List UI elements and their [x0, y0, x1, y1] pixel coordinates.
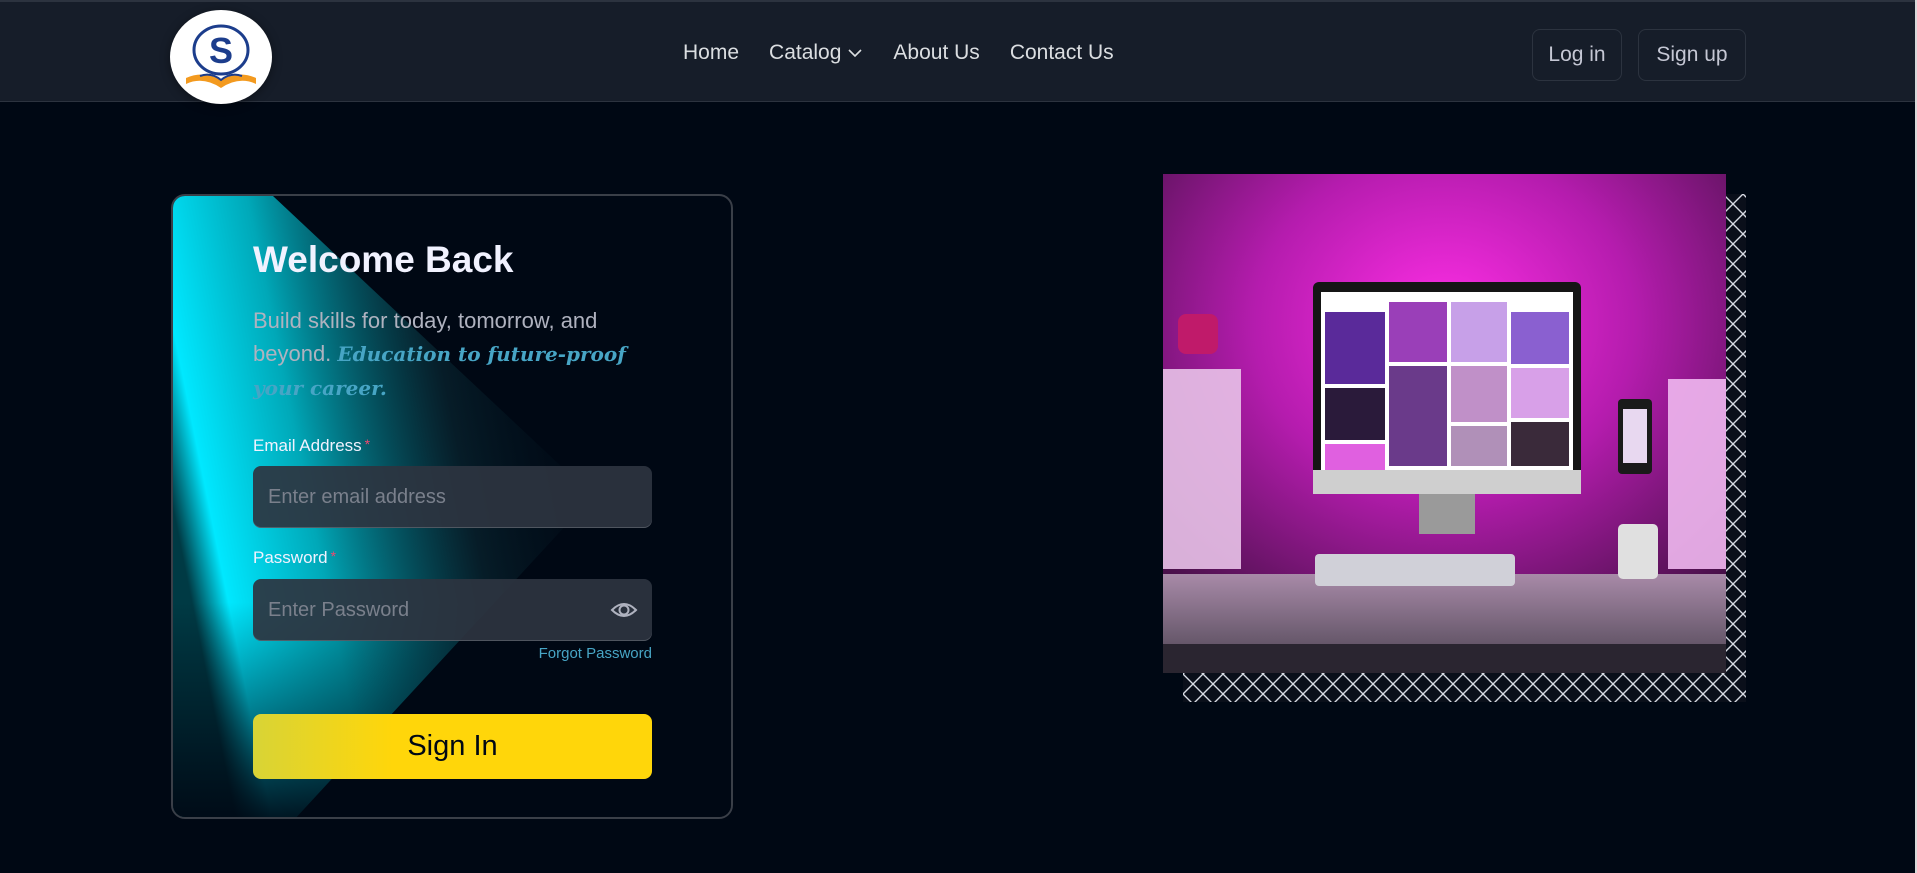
nav-about-label: About Us [893, 41, 980, 64]
nav-links: Home Catalog About Us Contact Us [683, 2, 1144, 104]
email-input[interactable] [253, 466, 652, 528]
sign-in-button[interactable]: Sign In [253, 714, 652, 779]
chevron-down-icon [848, 49, 862, 58]
email-field-wrapper [253, 466, 652, 528]
login-card: Welcome Back Build skills for today, tom… [171, 194, 733, 819]
desk-setup-photo [1163, 174, 1726, 673]
password-label: Password * [253, 548, 336, 568]
welcome-title: Welcome Back [253, 239, 514, 280]
nav-contact-label: Contact Us [1009, 41, 1114, 64]
password-field-wrapper [253, 579, 652, 641]
nav-home-label: Home [683, 41, 740, 64]
nav-link-contact[interactable]: Contact Us [1010, 41, 1114, 65]
password-required-mark: * [330, 548, 337, 564]
email-required-mark: * [364, 436, 371, 452]
password-input[interactable] [253, 579, 652, 641]
login-button[interactable]: Log in [1532, 29, 1622, 81]
nav-link-home[interactable]: Home [683, 41, 739, 65]
eye-icon[interactable] [610, 597, 638, 623]
email-label: Email Address * [253, 436, 370, 456]
login-subtitle: Build skills for today, tomorrow, and be… [253, 304, 653, 405]
logo-letter: S [209, 30, 233, 71]
nav-link-about[interactable]: About Us [893, 41, 979, 65]
login-heading-block: Welcome Back Build skills for today, tom… [253, 238, 653, 405]
navbar: S Home Catalog About Us Contact Us Log i… [0, 0, 1917, 104]
brand-logo[interactable]: S [170, 10, 272, 104]
nav-catalog-label: Catalog [769, 41, 842, 64]
nav-link-catalog[interactable]: Catalog [769, 41, 863, 65]
email-label-text: Email Address [253, 436, 362, 455]
forgot-password-link[interactable]: Forgot Password [533, 645, 652, 662]
signup-button[interactable]: Sign up [1638, 29, 1746, 81]
password-label-text: Password [253, 548, 328, 567]
